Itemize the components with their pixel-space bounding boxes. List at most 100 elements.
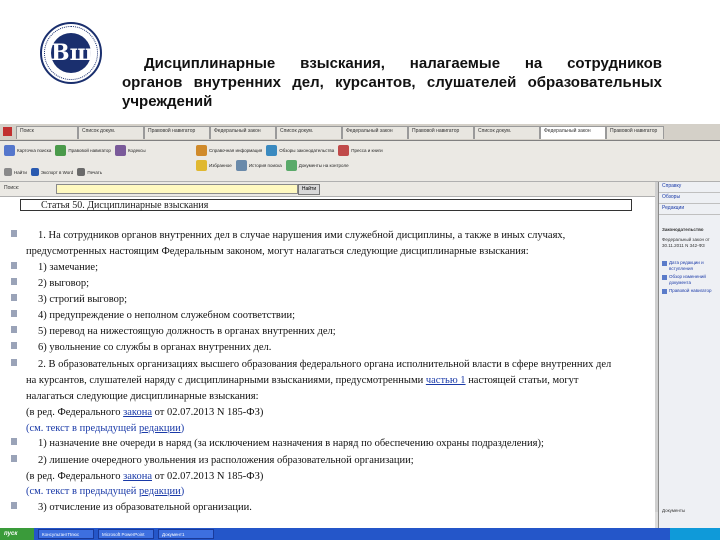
legal-navigator-button[interactable]: Правовой навигатор	[55, 145, 111, 156]
item-6: 6) увольнение со службы в органах внутре…	[38, 342, 272, 353]
reviews-button[interactable]: Обзоры законодательства	[266, 145, 334, 156]
main-toolbar: Карточка поиска Правовой навигатор Кодек…	[0, 141, 720, 182]
logo-emblem: Вш	[51, 33, 93, 73]
document-gutter	[0, 197, 18, 529]
item-3: 3) строгий выговор;	[38, 294, 128, 305]
article-title: Статья 50. Дисциплинарные взыскания	[20, 199, 632, 211]
paragraph-marker	[11, 262, 17, 269]
sidebar-info-text: Федеральный закон от 30.11.2011 N 342-ФЗ	[662, 237, 710, 248]
printer-icon	[77, 168, 86, 176]
paragraph-marker	[11, 310, 17, 317]
taskbar-item-1[interactable]: КонсультантПлюс	[38, 529, 94, 539]
sidebar-bottom-label: Документы	[662, 508, 686, 513]
tab-1[interactable]: Поиск	[16, 126, 78, 139]
reference-icon	[196, 145, 207, 156]
cadet-item-2: 2) лишение очередного увольнения из расп…	[38, 455, 414, 466]
paragraph-marker	[11, 438, 17, 445]
system-tray	[670, 528, 720, 540]
search-go-button[interactable]: Найти	[298, 184, 320, 195]
codes-button[interactable]: Кодексы	[114, 145, 146, 156]
consultant-window: Поиск Список докум. Правовой навигатор Ф…	[0, 124, 720, 540]
search-label: Поиск:	[4, 185, 20, 191]
control-docs-button[interactable]: Документы на контроле	[285, 160, 349, 171]
reference-info-button[interactable]: Справочная информация	[196, 145, 262, 156]
codes-icon	[114, 145, 126, 156]
sidebar-link-editions[interactable]: Редакции	[659, 204, 720, 215]
sidebar-link-navigator[interactable]: Правовой навигатор	[659, 287, 720, 295]
search-card-button[interactable]: Карточка поиска	[4, 145, 51, 156]
sidebar-link-reviews[interactable]: Обзоры	[659, 193, 720, 204]
paragraph-2b: на курсантов, слушателей наряду с дисцип…	[26, 375, 579, 386]
paragraph-marker	[11, 278, 17, 285]
tab-4[interactable]: Федеральный закон	[210, 126, 276, 139]
find-button[interactable]: Найти	[4, 168, 27, 176]
sidebar-link-reference[interactable]: Справку	[659, 182, 720, 193]
toolbar-actions: Найти Экспорт в Word Печать	[4, 168, 106, 176]
tab-10[interactable]: Правовой навигатор	[606, 126, 664, 139]
search-bar: Поиск: Найти	[0, 182, 655, 197]
cadet-item-1: 1) назначение вне очереди в наряд (за ис…	[38, 438, 544, 449]
item-1: 1) замечание;	[38, 262, 98, 273]
toolbar-left-group: Карточка поиска Правовой навигатор Кодек…	[4, 145, 150, 156]
tab-3[interactable]: Правовой навигатор	[144, 126, 210, 139]
find-icon	[4, 168, 12, 176]
tab-6[interactable]: Федеральный закон	[342, 126, 408, 139]
paragraph-2c: налагаться следующие дисциплинарные взыс…	[26, 391, 259, 402]
tab-5[interactable]: Список докум.	[276, 126, 342, 139]
reviews-icon	[266, 145, 278, 156]
law-link-2[interactable]: закона	[123, 471, 152, 482]
tab-9[interactable]: Федеральный закон	[540, 126, 606, 139]
paragraph-marker	[11, 455, 17, 462]
previous-edition-note-1: (см. текст в предыдущей редакции)	[26, 423, 185, 434]
word-icon	[30, 168, 39, 176]
tab-7[interactable]: Правовой навигатор	[408, 126, 474, 139]
slide-title: Дисциплинарные взыскания, налагаемые на …	[122, 54, 662, 111]
paragraph-marker	[11, 326, 17, 333]
windows-taskbar: пуск КонсультантПлюс Microsoft PowerPoin…	[0, 528, 720, 540]
edition-link-1[interactable]: редакции	[139, 423, 181, 434]
slide-title-line-3: учреждений	[122, 93, 213, 110]
app-icon	[3, 127, 12, 136]
press-icon	[338, 145, 350, 156]
amendment-note-1: (в ред. Федерального закона от 02.07.201…	[26, 407, 264, 418]
paragraph-marker	[11, 294, 17, 301]
star-icon	[196, 160, 207, 171]
taskbar-item-2[interactable]: Microsoft PowerPoint	[98, 529, 154, 539]
navigator-icon	[55, 145, 67, 156]
slide-title-line-1: Дисциплинарные взыскания, налагаемые на …	[144, 55, 662, 72]
export-word-button[interactable]: Экспорт в Word	[30, 168, 73, 176]
paragraph-1a: 1. На сотрудников органов внутренних дел…	[38, 230, 566, 241]
item-5: 5) перевод на нижестоящую должность в ор…	[38, 326, 336, 337]
paragraph-marker	[11, 359, 17, 366]
search-card-icon	[4, 145, 15, 156]
cadet-item-3: 3) отчисление из образовательной организ…	[38, 502, 252, 513]
part-1-link[interactable]: частью 1	[426, 375, 466, 386]
start-button[interactable]: пуск	[0, 528, 34, 540]
print-button[interactable]: Печать	[77, 168, 102, 176]
sidebar-link-edition-date[interactable]: Дата редакции и вступления	[659, 259, 720, 273]
tab-8[interactable]: Список докум.	[474, 126, 540, 139]
amendment-note-2: (в ред. Федерального закона от 02.07.201…	[26, 471, 264, 482]
law-link-1[interactable]: закона	[123, 407, 152, 418]
press-button[interactable]: Пресса и книги	[338, 145, 383, 156]
university-logo: Вш	[40, 22, 102, 84]
document-tabs: Поиск Список докум. Правовой навигатор Ф…	[0, 124, 720, 141]
paragraph-marker	[11, 502, 17, 509]
taskbar-item-3[interactable]: Документ1	[158, 529, 214, 539]
history-button[interactable]: История поиска	[235, 160, 282, 171]
toolbar-row-2: Избранное История поиска Документы на ко…	[196, 160, 353, 171]
control-icon	[285, 160, 297, 171]
right-sidebar: Справку Обзоры Редакции Законодательство…	[658, 182, 720, 528]
item-2: 2) выговор;	[38, 278, 89, 289]
history-icon	[235, 160, 247, 171]
tab-2[interactable]: Список докум.	[78, 126, 144, 139]
search-input[interactable]	[56, 184, 298, 194]
edition-link-2[interactable]: редакции	[139, 486, 181, 497]
sidebar-link-changes[interactable]: Обзор изменений документа	[659, 273, 720, 287]
document-view: Статья 50. Дисциплинарные взыскания 1. Н…	[0, 197, 655, 529]
favorites-button[interactable]: Избранное	[196, 160, 232, 171]
previous-edition-note-2: (см. текст в предыдущей редакции)	[26, 486, 185, 497]
slide-title-line-2: органов внутренних дел, курсантов, слуша…	[122, 74, 662, 91]
sidebar-info-title: Законодательство	[662, 227, 704, 232]
paragraph-2a: 2. В образовательных организациях высшег…	[38, 359, 612, 370]
